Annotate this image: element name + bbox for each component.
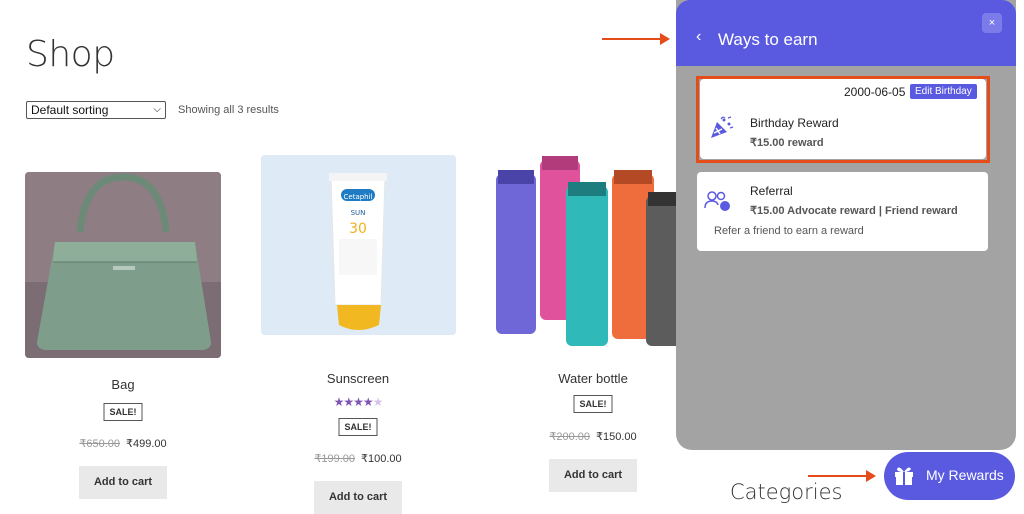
referral-users-icon xyxy=(704,191,730,211)
page-title: Shop xyxy=(26,34,115,75)
svg-text:SUN: SUN xyxy=(351,209,366,217)
star-icon: ★★★★ xyxy=(333,395,374,409)
sorting-select[interactable]: Default sorting ⌵ xyxy=(26,101,166,119)
sale-badge: SALE! xyxy=(338,418,378,436)
annotation-arrow xyxy=(808,470,876,482)
add-to-cart-button[interactable]: Add to cart xyxy=(314,481,402,514)
my-rewards-button[interactable]: My Rewards xyxy=(884,452,1015,500)
product-name[interactable]: Bag xyxy=(111,377,134,392)
old-price: ₹199.00 xyxy=(314,453,355,465)
svg-text:Cetaphil: Cetaphil xyxy=(344,193,373,201)
my-rewards-label: My Rewards xyxy=(926,467,1004,483)
close-button[interactable]: × xyxy=(982,13,1002,33)
sale-price: ₹150.00 xyxy=(596,431,637,443)
product-price: ₹200.00 ₹150.00 xyxy=(549,430,636,443)
rating-stars: ★★★★★ xyxy=(333,395,384,409)
product-price: ₹650.00 ₹499.00 xyxy=(79,437,166,450)
annotation-arrow xyxy=(602,33,670,45)
birthday-highlight-box xyxy=(696,76,990,163)
product-price: ₹199.00 ₹100.00 xyxy=(314,452,401,465)
sale-price: ₹499.00 xyxy=(126,438,167,450)
referral-title: Referral xyxy=(750,184,793,198)
categories-heading: Categories xyxy=(730,480,843,504)
product-name[interactable]: Sunscreen xyxy=(327,371,389,386)
referral-reward: ₹15.00 Advocate reward | Friend reward xyxy=(750,205,958,217)
rewards-panel: ‹ Ways to earn × 2000-06-05 Edit Birthda… xyxy=(676,0,1016,450)
add-to-cart-button[interactable]: Add to cart xyxy=(79,466,167,499)
product-image-sunscreen[interactable]: Cetaphil SUN 30 xyxy=(261,155,456,335)
gift-icon xyxy=(895,467,913,485)
referral-description: Refer a friend to earn a reward xyxy=(714,225,864,237)
old-price: ₹650.00 xyxy=(79,438,120,450)
product-name[interactable]: Water bottle xyxy=(558,371,628,386)
old-price: ₹200.00 xyxy=(549,431,590,443)
sale-badge: SALE! xyxy=(573,395,613,413)
result-count: Showing all 3 results xyxy=(178,104,279,116)
add-to-cart-button[interactable]: Add to cart xyxy=(549,459,637,492)
product-image-bag[interactable] xyxy=(25,172,221,358)
svg-text:30: 30 xyxy=(349,221,367,237)
sale-badge: SALE! xyxy=(103,403,143,421)
sorting-value: Default sorting xyxy=(31,103,109,117)
panel-title: Ways to earn xyxy=(718,30,818,49)
referral-card: Referral ₹15.00 Advocate reward | Friend… xyxy=(697,172,988,251)
chevron-down-icon: ⌵ xyxy=(153,104,161,115)
product-image-water-bottle[interactable] xyxy=(490,152,686,352)
star-empty-icon: ★ xyxy=(372,395,384,409)
back-icon[interactable]: ‹ xyxy=(696,28,701,46)
sale-price: ₹100.00 xyxy=(361,453,402,465)
panel-header: ‹ Ways to earn × xyxy=(676,0,1016,66)
